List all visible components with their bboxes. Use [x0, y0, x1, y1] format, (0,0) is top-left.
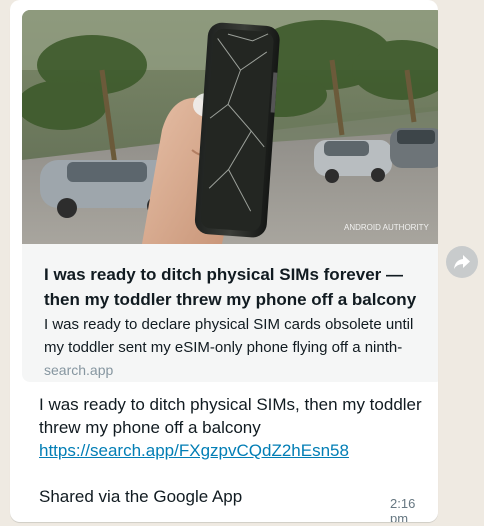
message-text: I was ready to ditch physical SIMs, then…	[39, 395, 422, 437]
shared-via-text: Shared via the Google App	[39, 487, 243, 506]
message-body: I was ready to ditch physical SIMs, then…	[39, 393, 438, 462]
link-preview-title[interactable]: I was ready to ditch physical SIMs forev…	[44, 262, 434, 312]
link-preview-card[interactable]: ANDROID AUTHORITY I was ready to ditch p…	[22, 10, 438, 382]
forward-button[interactable]	[446, 246, 478, 278]
link-preview-image[interactable]: ANDROID AUTHORITY	[22, 10, 438, 244]
message-timestamp: 2:16 pm	[386, 495, 438, 522]
image-watermark: ANDROID AUTHORITY	[344, 223, 430, 232]
message-link[interactable]: https://search.app/FXgzpvCQdZ2hEsn58	[39, 441, 349, 460]
link-preview-description[interactable]: I was ready to declare physical SIM card…	[44, 313, 434, 359]
link-preview-domain[interactable]: search.app	[44, 362, 113, 378]
message-bubble[interactable]: ANDROID AUTHORITY I was ready to ditch p…	[10, 0, 438, 522]
forward-arrow-icon	[454, 255, 470, 269]
